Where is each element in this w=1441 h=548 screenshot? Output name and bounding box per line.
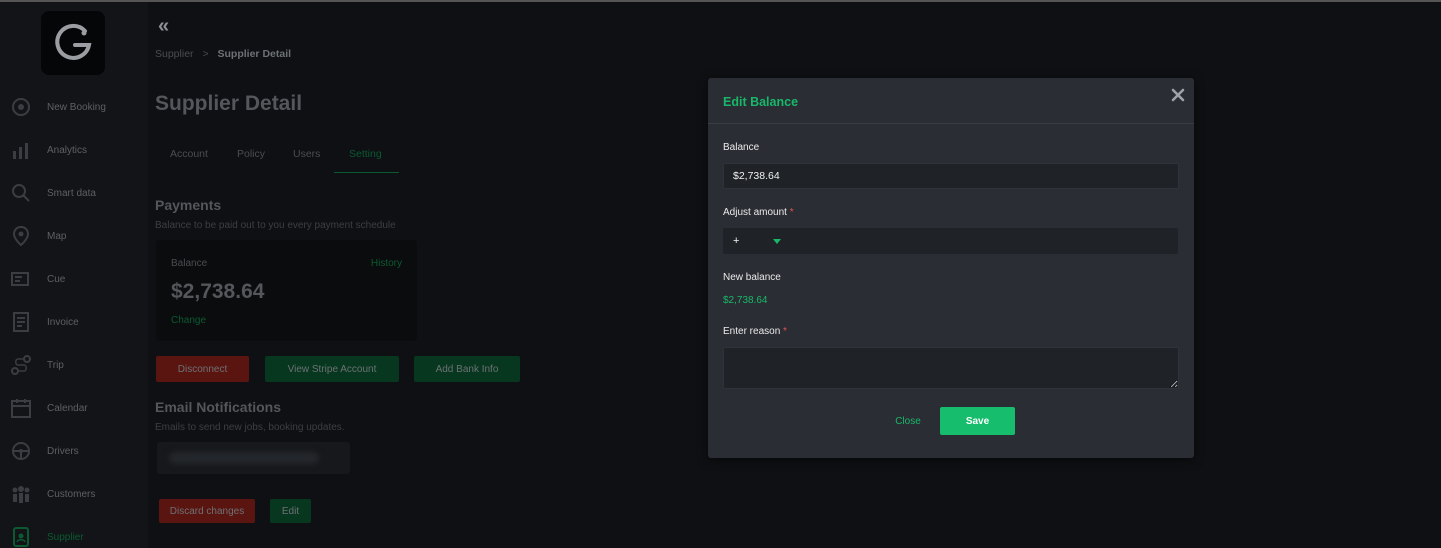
required-mark: * — [783, 326, 787, 337]
new-balance-value: $2,738.64 — [723, 295, 768, 306]
sidebar-item-label: Smart data — [47, 188, 96, 199]
breadcrumb: Supplier > Supplier Detail — [155, 48, 291, 60]
calendar-icon — [11, 399, 31, 418]
sidebar-item-label: Drivers — [47, 446, 79, 457]
sidebar-item-label: Trip — [47, 360, 64, 371]
payments-subtitle: Balance to be paid out to you every paym… — [155, 220, 396, 231]
smart-data-icon — [12, 184, 30, 202]
tab-account[interactable]: Account — [170, 148, 208, 160]
required-mark: * — [789, 207, 794, 218]
view-stripe-account-button[interactable]: View Stripe Account — [265, 356, 399, 382]
sidebar-item-label: Cue — [47, 274, 66, 285]
balance-field[interactable] — [723, 163, 1179, 189]
sign-value: + — [733, 235, 740, 247]
balance-card-label: Balance — [171, 258, 208, 269]
supplier-icon — [13, 527, 29, 547]
breadcrumb-separator: > — [202, 48, 209, 60]
redacted-text — [169, 452, 319, 464]
adjust-amount-group: + — [723, 228, 1178, 254]
save-button[interactable]: Save — [940, 407, 1015, 435]
active-tab-indicator — [334, 172, 399, 173]
sidebar-item-label: Calendar — [47, 403, 88, 414]
sidebar-item-new-booking[interactable]: New Booking — [0, 93, 148, 123]
sidebar-item-customers[interactable]: Customers — [0, 480, 148, 510]
modal-header: Edit Balance — [708, 78, 1194, 124]
balance-card: Balance History $2,738.64 Change — [156, 240, 417, 341]
change-balance-link[interactable]: Change — [171, 315, 206, 326]
page-title: Supplier Detail — [155, 92, 303, 115]
history-link[interactable]: History — [371, 258, 402, 269]
adjust-amount-label: Adjust amount * — [723, 207, 794, 218]
new-balance-label: New balance — [723, 272, 781, 283]
steering-wheel-icon — [12, 442, 30, 460]
add-bank-info-button[interactable]: Add Bank Info — [414, 356, 520, 382]
sidebar-item-label: Analytics — [47, 145, 88, 156]
adjust-amount-label-text: Adjust amount — [723, 207, 787, 218]
sidebar-item-drivers[interactable]: Drivers — [0, 437, 148, 467]
sidebar-item-trip[interactable]: Trip — [0, 351, 148, 381]
app-logo[interactable] — [41, 11, 105, 75]
sidebar-item-calendar[interactable]: Calendar — [0, 394, 148, 424]
email-field-blurred[interactable] — [157, 442, 350, 474]
sidebar-item-smart-data[interactable]: Smart data — [0, 179, 148, 209]
breadcrumb-parent-link[interactable]: Supplier — [155, 48, 194, 60]
trip-icon — [11, 355, 31, 375]
invoice-icon — [13, 312, 29, 332]
sidebar-item-label: Supplier — [47, 532, 84, 543]
modal-title: Edit Balance — [723, 95, 799, 109]
close-button[interactable]: Close — [880, 407, 936, 435]
edit-balance-modal: Edit Balance Balance Adjust amount * + N… — [708, 78, 1194, 458]
sidebar: New Booking Analytics Smart data Map Cue… — [0, 2, 148, 548]
adjust-amount-input[interactable] — [787, 228, 1177, 254]
new-booking-icon — [12, 98, 30, 116]
discard-changes-button[interactable]: Discard changes — [159, 499, 255, 523]
email-notifications-subtitle: Emails to send new jobs, booking updates… — [155, 422, 345, 433]
enter-reason-label: Enter reason * — [723, 326, 787, 337]
sign-select[interactable]: + — [723, 228, 785, 254]
sidebar-item-label: Customers — [47, 489, 96, 500]
edit-button[interactable]: Edit — [270, 499, 311, 523]
close-icon[interactable] — [1170, 87, 1186, 103]
tab-policy[interactable]: Policy — [237, 148, 265, 160]
sidebar-item-map[interactable]: Map — [0, 222, 148, 252]
sidebar-item-label: New Booking — [47, 102, 106, 113]
breadcrumb-current: Supplier Detail — [217, 48, 292, 60]
reason-textarea[interactable] — [723, 347, 1179, 389]
sidebar-item-label: Invoice — [47, 317, 79, 328]
cue-icon — [11, 272, 29, 286]
enter-reason-label-text: Enter reason — [723, 326, 781, 337]
customers-icon — [12, 486, 30, 503]
tab-users[interactable]: Users — [293, 148, 320, 160]
disconnect-button[interactable]: Disconnect — [156, 356, 249, 382]
sidebar-item-invoice[interactable]: Invoice — [0, 308, 148, 338]
collapse-sidebar-icon[interactable]: « — [158, 16, 169, 36]
balance-amount: $2,738.64 — [171, 280, 265, 303]
sidebar-item-analytics[interactable]: Analytics — [0, 136, 148, 166]
caret-down-icon — [773, 239, 781, 244]
payments-title: Payments — [155, 197, 222, 213]
balance-label: Balance — [723, 142, 760, 153]
sidebar-item-cue[interactable]: Cue — [0, 265, 148, 295]
sidebar-item-label: Map — [47, 231, 67, 242]
sidebar-item-supplier[interactable]: Supplier — [0, 523, 148, 548]
email-notifications-title: Email Notifications — [155, 399, 282, 415]
map-pin-icon — [12, 225, 30, 247]
tab-setting[interactable]: Setting — [349, 148, 382, 160]
analytics-icon — [13, 143, 28, 159]
